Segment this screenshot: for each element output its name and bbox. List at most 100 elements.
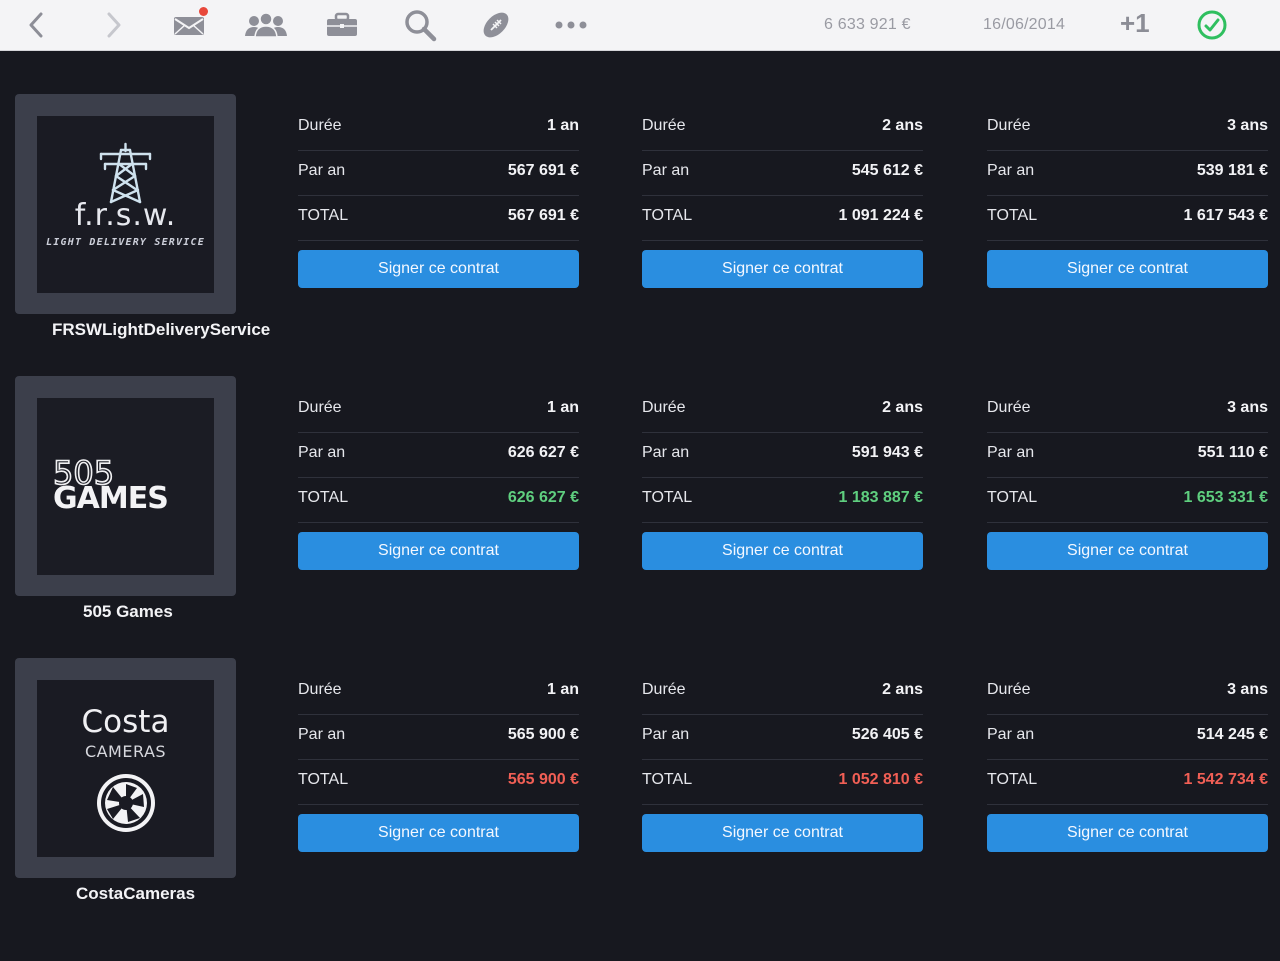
per-year-label: Par an <box>987 162 1035 179</box>
per-year-row: Par an 526 405 € <box>642 715 923 760</box>
briefcase-button[interactable] <box>324 0 360 50</box>
per-year-value: 565 900 € <box>507 726 579 743</box>
forward-button[interactable] <box>98 0 130 50</box>
team-icon <box>245 12 287 38</box>
total-value: 1 617 543 € <box>1183 207 1268 224</box>
total-row: TOTAL 1 653 331 € <box>987 478 1268 523</box>
duration-value: 1 an <box>546 399 579 416</box>
contract-offer-1-year: Durée 1 an Par an 565 900 € TOTAL 565 900 €… <box>298 670 579 852</box>
per-year-row: Par an 591 943 € <box>642 433 923 478</box>
sign-contract-button[interactable]: Signer ce contrat <box>987 250 1268 288</box>
total-label: TOTAL <box>298 489 349 506</box>
duration-value: 3 ans <box>1227 117 1268 134</box>
more-button[interactable] <box>552 0 590 50</box>
clock-icon <box>1197 10 1227 40</box>
per-year-value: 551 110 € <box>1197 444 1268 461</box>
sign-contract-button[interactable]: Signer ce contrat <box>642 532 923 570</box>
forward-arrow-icon <box>107 12 121 38</box>
duration-row: Durée 2 ans <box>642 670 923 715</box>
total-label: TOTAL <box>987 207 1038 224</box>
duration-label: Durée <box>987 681 1031 698</box>
per-year-value: 539 181 € <box>1196 162 1268 179</box>
mail-button[interactable] <box>168 0 210 50</box>
duration-row: Durée 1 an <box>298 670 579 715</box>
back-arrow-icon <box>29 12 43 38</box>
clock-button[interactable] <box>1195 0 1229 50</box>
duration-value: 1 an <box>546 681 579 698</box>
total-label: TOTAL <box>642 207 693 224</box>
contract-offer-1-year: Durée 1 an Par an 626 627 € TOTAL 626 627 €… <box>298 388 579 570</box>
more-icon <box>555 21 587 29</box>
total-label: TOTAL <box>642 771 693 788</box>
back-button[interactable] <box>20 0 52 50</box>
per-year-row: Par an 545 612 € <box>642 151 923 196</box>
company-name: FRSWLightDeliveryService <box>52 320 271 339</box>
contract-offer-3-years: Durée 3 ans Par an 539 181 € TOTAL 1 617 54… <box>987 106 1268 288</box>
sign-contract-button[interactable]: Signer ce contrat <box>298 250 579 288</box>
per-year-row: Par an 539 181 € <box>987 151 1268 196</box>
company-name: CostaCameras <box>76 884 196 903</box>
total-label: TOTAL <box>298 771 349 788</box>
total-row: TOTAL 1 617 543 € <box>987 196 1268 241</box>
per-year-row: Par an 514 245 € <box>987 715 1268 760</box>
company-logo[interactable]: 505 GAMES <box>15 376 236 596</box>
camera-aperture-icon <box>97 774 155 832</box>
duration-label: Durée <box>298 681 342 698</box>
notification-dot <box>199 7 208 16</box>
total-value: 1 091 224 € <box>838 207 923 224</box>
contract-offer-2-years: Durée 2 ans Par an 591 943 € TOTAL 1 183 88… <box>642 388 923 570</box>
duration-row: Durée 2 ans <box>642 388 923 433</box>
logo-subtitle: CAMERAS <box>84 742 167 761</box>
frsw-logo: f.r.s.w. LIGHT DELIVERY SERVICE <box>37 116 214 293</box>
logo-tagline: LIGHT DELIVERY SERVICE <box>46 237 205 248</box>
contract-offer-3-years: Durée 3 ans Par an 514 245 € TOTAL 1 542 73… <box>987 670 1268 852</box>
per-year-label: Par an <box>642 444 690 461</box>
per-year-value: 591 943 € <box>851 444 923 461</box>
sign-contract-button[interactable]: Signer ce contrat <box>298 532 579 570</box>
duration-row: Durée 3 ans <box>987 670 1268 715</box>
per-year-value: 626 627 € <box>507 444 579 461</box>
company-block: 505 GAMES 505 Games Durée 1 an Par an 626 … <box>0 376 1280 658</box>
duration-value: 3 ans <box>1227 681 1268 698</box>
total-row: TOTAL 1 183 887 € <box>642 478 923 523</box>
company-name: 505 Games <box>83 602 173 621</box>
total-value: 567 691 € <box>507 207 579 224</box>
contract-offer-2-years: Durée 2 ans Par an 526 405 € TOTAL 1 052 81… <box>642 670 923 852</box>
per-year-value: 526 405 € <box>851 726 923 743</box>
sign-contract-button[interactable]: Signer ce contrat <box>642 250 923 288</box>
duration-label: Durée <box>298 117 342 134</box>
duration-value: 2 ans <box>882 399 923 416</box>
total-label: TOTAL <box>298 207 349 224</box>
total-row: TOTAL 1 052 810 € <box>642 760 923 805</box>
football-button[interactable] <box>478 0 514 50</box>
search-button[interactable] <box>402 0 438 50</box>
per-year-value: 545 612 € <box>851 162 923 179</box>
total-row: TOTAL 567 691 € <box>298 196 579 241</box>
sign-contract-button[interactable]: Signer ce contrat <box>987 814 1268 852</box>
total-value: 565 900 € <box>507 771 579 788</box>
duration-label: Durée <box>642 399 686 416</box>
per-year-value: 567 691 € <box>507 162 579 179</box>
duration-value: 3 ans <box>1227 399 1268 416</box>
total-row: TOTAL 626 627 € <box>298 478 579 523</box>
duration-value: 2 ans <box>882 681 923 698</box>
duration-value: 2 ans <box>882 117 923 134</box>
logo-wordmark: Costa <box>81 704 170 740</box>
company-logo[interactable]: f.r.s.w. LIGHT DELIVERY SERVICE <box>15 94 236 314</box>
contract-offer-3-years: Durée 3 ans Par an 551 110 € TOTAL 1 653 33… <box>987 388 1268 570</box>
duration-label: Durée <box>987 399 1031 416</box>
duration-row: Durée 3 ans <box>987 106 1268 151</box>
duration-row: Durée 1 an <box>298 106 579 151</box>
sign-contract-button[interactable]: Signer ce contrat <box>298 814 579 852</box>
company-logo[interactable]: Costa CAMERAS <box>15 658 236 878</box>
logo-wordmark: GAMES <box>53 481 169 516</box>
total-row: TOTAL 565 900 € <box>298 760 579 805</box>
company-block: Costa CAMERAS CostaCameras Durée 1 an Par… <box>0 658 1280 940</box>
team-button[interactable] <box>243 0 289 50</box>
date-display: 16/06/2014 <box>983 16 1066 33</box>
sign-contract-button[interactable]: Signer ce contrat <box>642 814 923 852</box>
per-year-label: Par an <box>987 444 1035 461</box>
sign-contract-button[interactable]: Signer ce contrat <box>987 532 1268 570</box>
duration-row: Durée 3 ans <box>987 388 1268 433</box>
plus-one-button[interactable]: +1 <box>1120 0 1150 46</box>
